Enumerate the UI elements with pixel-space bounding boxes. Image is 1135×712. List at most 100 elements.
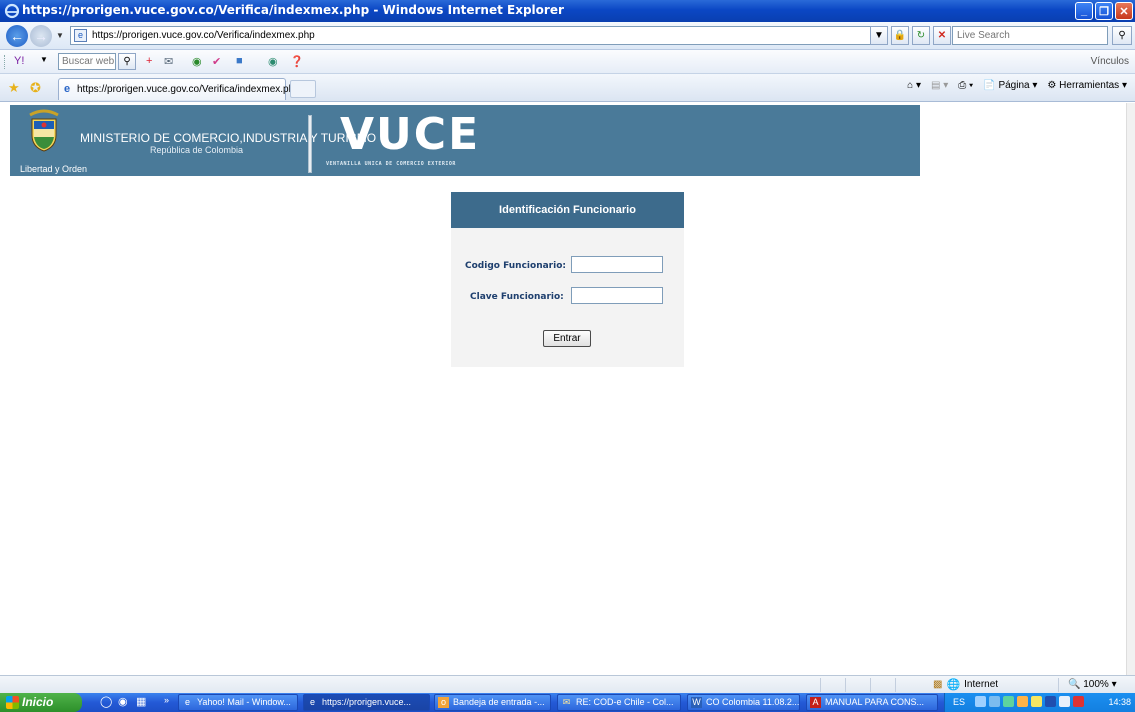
ie-icon: e xyxy=(184,697,190,707)
code-field[interactable] xyxy=(571,256,663,273)
forward-button[interactable]: → xyxy=(30,25,52,47)
task-cod-e-chile[interactable]: ✉ RE: COD-e Chile - Col... xyxy=(557,694,681,711)
history-dropdown-icon[interactable]: ▼ xyxy=(56,31,64,40)
vuce-banner: Libertad y Orden MINISTERIO DE COMERCIO,… xyxy=(10,105,920,176)
task-yahoo-mail[interactable]: e Yahoo! Mail - Window... xyxy=(178,694,298,711)
login-panel-heading: Identificación Funcionario xyxy=(451,192,684,228)
page-menu-label: Página xyxy=(998,80,1030,91)
status-separator xyxy=(1058,678,1059,692)
status-separator xyxy=(820,678,821,692)
globe-icon: 🌐 xyxy=(946,679,961,691)
tray-update-icon[interactable] xyxy=(1017,696,1028,707)
tools-menu[interactable]: ⚙ Herramientas ▾ xyxy=(1047,80,1127,91)
print-icon[interactable]: ⎙ ▾ xyxy=(958,80,973,91)
search-toolbar: Y! ▼ Buscar web... ⚲ + ✉ ◉ ✔ ■ ◉ ❓ Víncu… xyxy=(0,50,1135,74)
entrar-button[interactable]: Entrar xyxy=(543,330,591,347)
taskbar: Inicio ◯ ◉ ▦ » e Yahoo! Mail - Window...… xyxy=(0,693,1135,712)
outlook-icon: o xyxy=(438,697,449,708)
status-separator xyxy=(895,678,896,692)
ie-tab-icon: e xyxy=(64,83,71,95)
task-bandeja[interactable]: o Bandeja de entrada -... xyxy=(434,694,551,711)
feeds-icon[interactable]: ▤ ▾ xyxy=(931,80,948,91)
yahoo-icon[interactable]: Y! xyxy=(14,55,24,67)
toolbar-search-button[interactable]: ⚲ xyxy=(118,53,136,70)
vertical-scrollbar[interactable] xyxy=(1126,103,1135,675)
tray-security-icon[interactable] xyxy=(1003,696,1014,707)
command-bar: ⌂ ▾ ▤ ▾ ⎙ ▾ 📄 Página ▾ ⚙ Herramientas ▾ xyxy=(907,80,1127,91)
window-title: https://prorigen.vuce.gov.co/Verifica/in… xyxy=(22,3,564,17)
yahoo-menu-dropdown-icon[interactable]: ▼ xyxy=(40,55,48,64)
favorites-star-icon[interactable]: ★ xyxy=(8,80,20,96)
back-button[interactable]: ← xyxy=(6,25,28,47)
tray-icons xyxy=(975,696,1084,707)
quicklaunch-desktop-icon[interactable]: ▦ xyxy=(136,695,146,708)
tray-bluetooth-icon[interactable] xyxy=(1045,696,1056,707)
code-input[interactable] xyxy=(572,257,662,272)
toolbar-antispy-icon[interactable]: ◉ xyxy=(268,55,278,68)
tab-bar: ★ ✪ e https://prorigen.vuce.gov.co/Verif… xyxy=(0,74,1135,102)
minimize-button[interactable]: _ xyxy=(1075,2,1093,20)
task-prorigen[interactable]: e https://prorigen.vuce... xyxy=(303,694,430,711)
tray-network-icon[interactable] xyxy=(989,696,1000,707)
links-label[interactable]: Vínculos xyxy=(1091,56,1129,67)
lock-icon[interactable]: 🔒 xyxy=(891,26,909,45)
tray-expand-icon[interactable] xyxy=(975,696,986,707)
tray-antivirus-icon[interactable] xyxy=(1031,696,1042,707)
toolbar-mail-icon[interactable]: ✉ xyxy=(164,55,173,68)
toolbar-bookmark-icon[interactable]: ■ xyxy=(236,55,243,67)
tab-prorigen[interactable]: e https://prorigen.vuce.gov.co/Verifica/… xyxy=(58,78,300,100)
toolbar-search-input[interactable]: Buscar web... xyxy=(58,53,116,70)
toolbar-add-icon[interactable]: ◉ xyxy=(192,55,202,68)
window-title-bar: https://prorigen.vuce.gov.co/Verifica/in… xyxy=(0,0,1135,22)
country-name: República de Colombia xyxy=(150,145,244,155)
vuce-logo: VUCE xyxy=(340,109,481,160)
password-field[interactable] xyxy=(571,287,663,304)
colombia-coat-of-arms-icon xyxy=(29,109,59,152)
refresh-button[interactable]: ↻ xyxy=(912,26,930,45)
ie-logo-icon xyxy=(4,3,20,19)
home-icon[interactable]: ⌂ ▾ xyxy=(907,80,921,91)
code-label: Codigo Funcionario: xyxy=(465,261,566,271)
search-button[interactable]: ⚲ xyxy=(1112,26,1132,45)
motto: Libertad y Orden xyxy=(20,164,88,174)
task-label: CO Colombia 11.08.2... xyxy=(706,697,800,707)
quicklaunch-more-icon[interactable]: » xyxy=(164,695,169,705)
task-label: Yahoo! Mail - Window... xyxy=(197,697,291,707)
status-separator xyxy=(870,678,871,692)
word-icon: W xyxy=(691,697,702,708)
live-search-field[interactable] xyxy=(952,26,1108,45)
live-search-input[interactable] xyxy=(953,27,1107,44)
security-zone[interactable]: ▩ 🌐 Internet xyxy=(933,678,998,691)
quicklaunch-browser-icon[interactable]: ◉ xyxy=(118,695,128,708)
language-indicator[interactable]: ES xyxy=(953,697,965,707)
zoom-level[interactable]: 🔍 100% ▾ xyxy=(1068,679,1117,690)
quicklaunch-ie-icon[interactable]: ◯ xyxy=(100,695,112,708)
close-button[interactable]: ✕ xyxy=(1115,2,1133,20)
address-dropdown-button[interactable]: ▼ xyxy=(870,26,888,45)
login-panel: Identificación Funcionario Codigo Funcio… xyxy=(451,192,684,367)
task-manual[interactable]: A MANUAL PARA CONS... xyxy=(806,694,938,711)
password-input[interactable] xyxy=(572,288,662,303)
tray-alert-icon[interactable] xyxy=(1073,696,1084,707)
address-field[interactable]: e https://prorigen.vuce.gov.co/Verifica/… xyxy=(70,26,882,45)
new-tab-button[interactable] xyxy=(290,80,316,98)
task-label: RE: COD-e Chile - Col... xyxy=(576,697,674,707)
tab-label: https://prorigen.vuce.gov.co/Verifica/in… xyxy=(77,84,300,95)
toolbar-plus-icon[interactable]: + xyxy=(146,55,152,67)
task-label: MANUAL PARA CONS... xyxy=(825,697,925,707)
start-button[interactable]: Inicio xyxy=(0,693,82,712)
tools-menu-label: Herramientas xyxy=(1059,80,1120,91)
maximize-button[interactable]: ❐ xyxy=(1095,2,1113,20)
page-content: Libertad y Orden MINISTERIO DE COMERCIO,… xyxy=(0,103,1126,675)
address-url[interactable]: https://prorigen.vuce.gov.co/Verifica/in… xyxy=(92,30,315,41)
stop-button[interactable]: ✕ xyxy=(933,26,951,45)
tray-keyboard-icon[interactable] xyxy=(1059,696,1070,707)
toolbar-check-icon[interactable]: ✔ xyxy=(212,55,221,68)
vuce-subtitle: VENTANILLA UNICA DE COMERCIO EXTERIOR xyxy=(326,161,456,167)
add-favorites-icon[interactable]: ✪ xyxy=(30,80,41,96)
toolbar-grip[interactable] xyxy=(4,55,7,69)
page-menu[interactable]: 📄 Página ▾ xyxy=(983,80,1037,91)
task-co-colombia[interactable]: W CO Colombia 11.08.2... xyxy=(687,694,800,711)
clock[interactable]: 14:38 xyxy=(1108,697,1131,707)
toolbar-help-icon[interactable]: ❓ xyxy=(290,55,304,68)
